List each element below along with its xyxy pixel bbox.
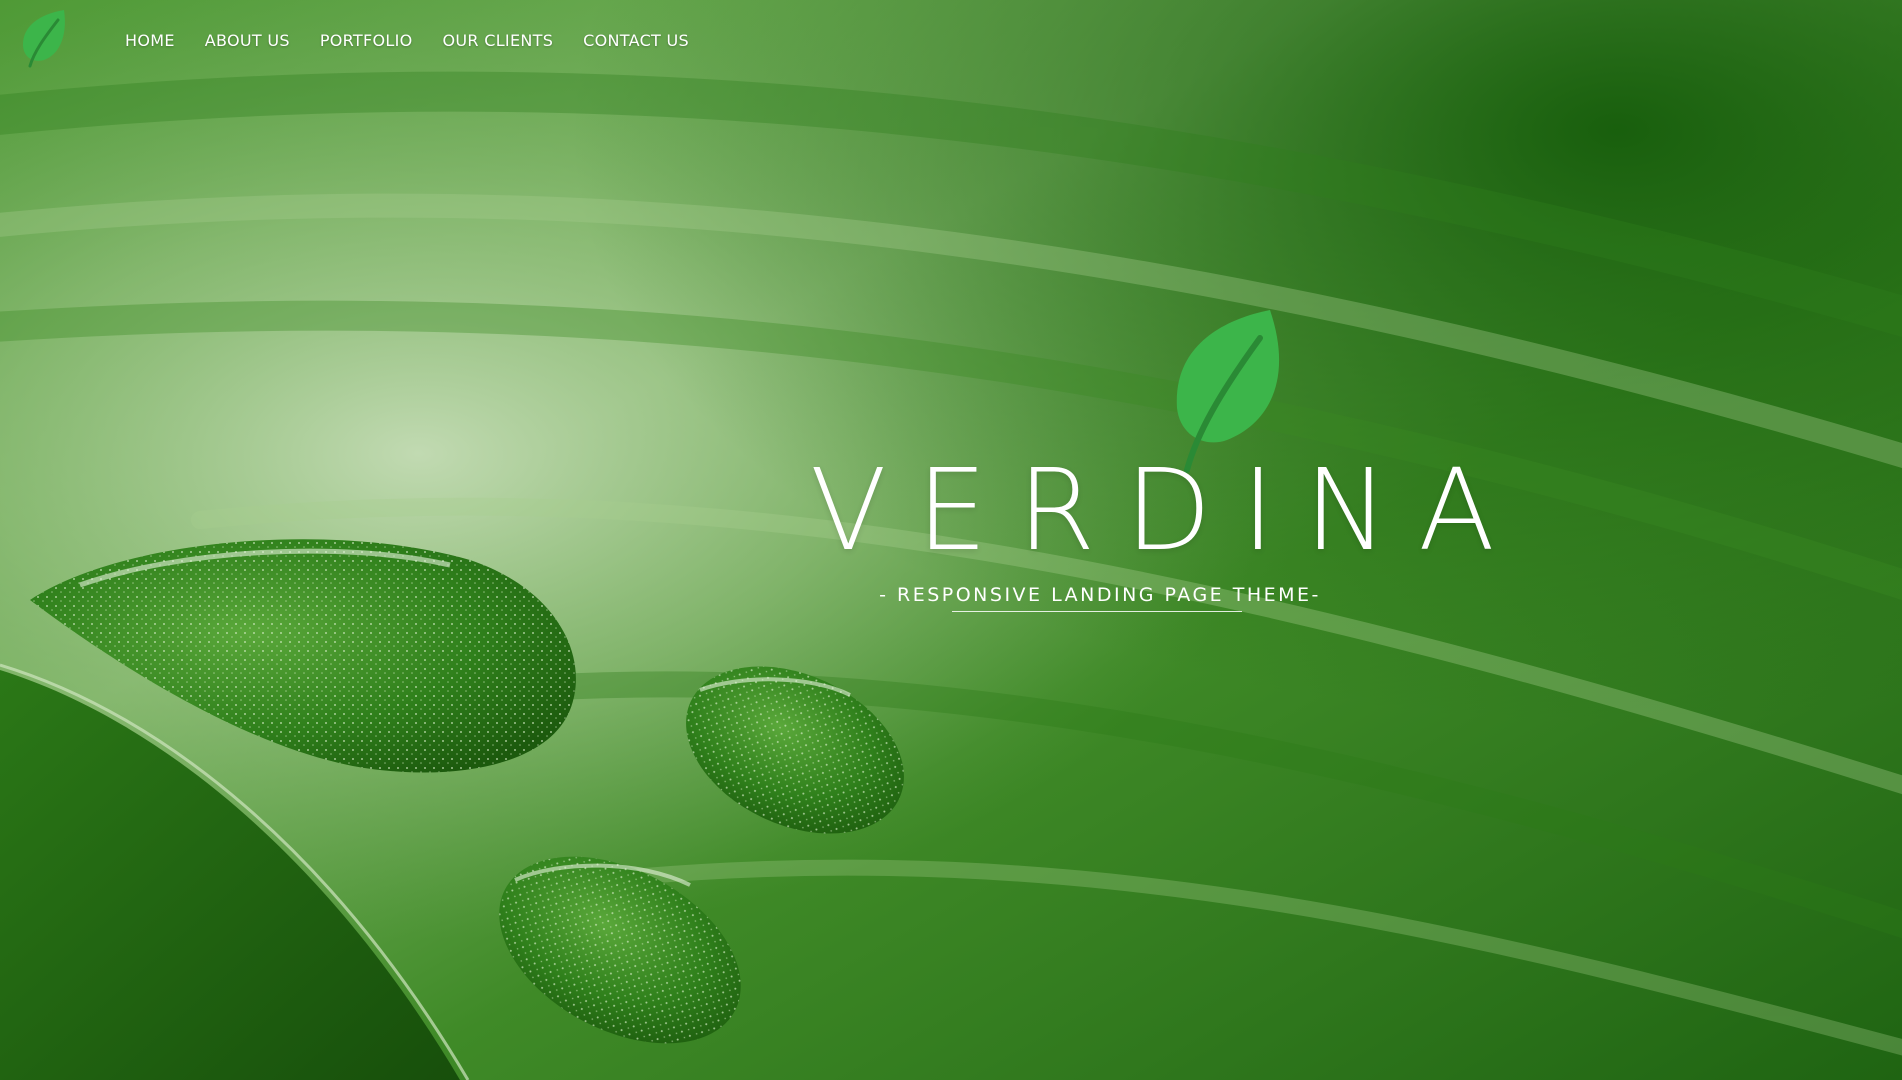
brand-tagline: - RESPONSIVE LANDING PAGE THEME-: [879, 584, 1321, 606]
tagline-underline: [952, 611, 1242, 612]
nav-menu: HOME ABOUT US PORTFOLIO OUR CLIENTS CONT…: [110, 0, 704, 80]
brand-title: VERDINA: [810, 446, 1525, 576]
hero-branding: VERDINA - RESPONSIVE LANDING PAGE THEME-: [780, 300, 1525, 620]
top-navbar: HOME ABOUT US PORTFOLIO OUR CLIENTS CONT…: [0, 0, 1902, 80]
leaf-icon[interactable]: [20, 8, 70, 70]
nav-item-about-us[interactable]: ABOUT US: [205, 31, 290, 50]
landing-page: HOME ABOUT US PORTFOLIO OUR CLIENTS CONT…: [0, 0, 1902, 1080]
nav-item-contact-us[interactable]: CONTACT US: [583, 31, 689, 50]
nav-item-portfolio[interactable]: PORTFOLIO: [320, 31, 413, 50]
nav-item-home[interactable]: HOME: [125, 31, 175, 50]
nav-item-our-clients[interactable]: OUR CLIENTS: [443, 31, 554, 50]
